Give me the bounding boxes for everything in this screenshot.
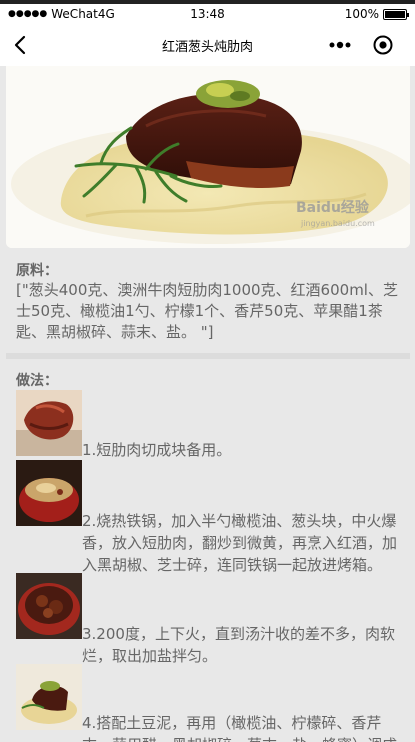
step-2-photo (16, 460, 82, 526)
battery-fill (385, 10, 405, 18)
navigation-bar: 红酒葱头炖肋肉 (0, 24, 415, 66)
dish-hero-image: Baidu经验 jingyan.baidu.com (6, 66, 410, 248)
step-3-text: 3.200度，上下火，直到汤汁收的差不多，肉软烂，取出加盐拌匀。 (82, 623, 407, 667)
ingredients-label: 原料： (16, 263, 58, 279)
battery-percent: 100% (344, 7, 379, 21)
step-4-text: 4.搭配土豆泥，再用（橄榄油、柠檬碎、香芹末、蒜用醋、黑胡椒碎、葱末、盐、蜂蜜）… (82, 712, 407, 742)
step-2-text-content: 2.烧热铁锅，加入半勺橄榄油、葱头块，中火爆香，放入短肋肉，翻炒到微黄，再烹入红… (82, 512, 398, 574)
step-4-text-content: 4.搭配土豆泥，再用（橄榄油、柠檬碎、香芹末、蒜用醋、黑胡椒碎、葱末、盐、蜂蜜）… (82, 714, 397, 742)
close-miniprogram-icon[interactable] (372, 34, 394, 56)
step-3-photo (16, 573, 82, 639)
step-3-text-content: 3.200度，上下火，直到汤汁收的差不多，肉软烂，取出加盐拌匀。 (82, 625, 395, 665)
battery-group: 100% (344, 7, 409, 21)
ingredients-section: 原料： ["葱头400克、澳洲牛肉短肋肉1000克、红酒600ml、芝士50克、… (16, 262, 403, 343)
step-2-text: 2.烧热铁锅，加入半勺橄榄油、葱头块，中火爆香，放入短肋肉，翻炒到微黄，再烹入红… (82, 510, 407, 576)
page-title: 红酒葱头炖肋肉 (161, 40, 253, 55)
step-1-photo (16, 390, 82, 456)
step-4-photo (16, 664, 82, 730)
status-bar: ●●●●● WeChat4G 13:48 100% (0, 4, 415, 24)
hero-watermark: Baidu经验 (296, 199, 370, 216)
method-section: 做法： (16, 372, 403, 390)
ingredients-text: ["葱头400克、澳洲牛肉短肋肉1000克、红酒600ml、芝士50克、橄榄油1… (16, 281, 398, 341)
section-divider (6, 353, 410, 359)
step-1-text: 1.短肋肉切成块备用。 (82, 441, 232, 459)
hero-watermark-sub: jingyan.baidu.com (300, 219, 375, 228)
back-arrow-icon[interactable] (10, 34, 32, 56)
more-options-icon[interactable] (328, 35, 352, 55)
method-label: 做法： (16, 373, 58, 389)
battery-icon (383, 8, 409, 20)
braised-short-rib-illustration: Baidu经验 jingyan.baidu.com (6, 66, 410, 248)
